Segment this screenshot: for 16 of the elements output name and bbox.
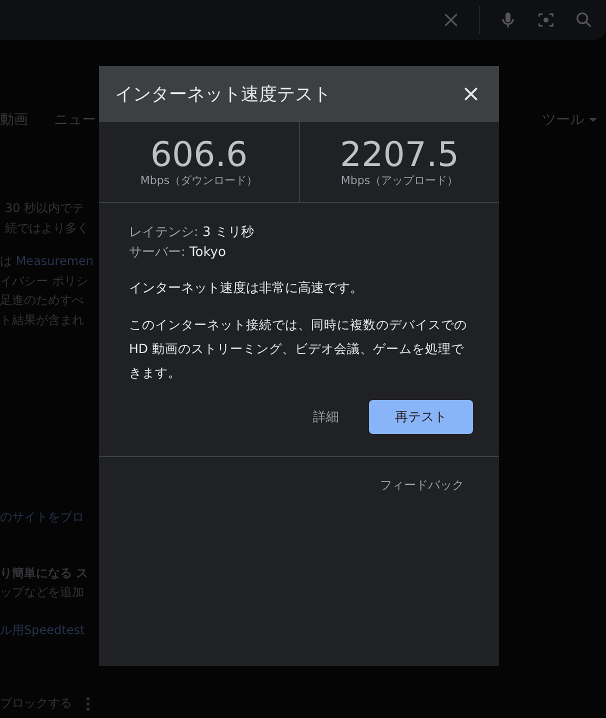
speed-unit: Mbps（ダウンロード）	[140, 172, 258, 188]
details-button[interactable]: 詳細	[305, 400, 347, 434]
speed-unit: Mbps（アップロード）	[340, 172, 458, 188]
speed-value: 2207.5	[340, 136, 459, 172]
speed-verdict: インターネット速度は非常に高速です。	[129, 280, 364, 298]
search-icon[interactable]	[574, 10, 594, 30]
retest-button[interactable]: 再テスト	[369, 400, 473, 434]
speed-description: このインターネット接続では、同時に複数のデバイスでの HD 動画のストリーミング、ビデオ会議、ゲームを処理できます。	[129, 316, 468, 382]
detail-line: サーバー: Tokyo	[129, 244, 227, 262]
dialog-title: インターネット速度テスト	[115, 83, 331, 106]
feedback-link[interactable]: フィードバック	[380, 477, 464, 494]
speed-value: 606.6	[150, 136, 248, 172]
caret-icon	[588, 115, 598, 125]
result-link[interactable]: のサイトをブロ	[0, 508, 84, 528]
result-link[interactable]: ル用Speedtest	[0, 620, 85, 640]
detail-line: レイテンシ: 3 ミリ秒	[129, 224, 255, 242]
